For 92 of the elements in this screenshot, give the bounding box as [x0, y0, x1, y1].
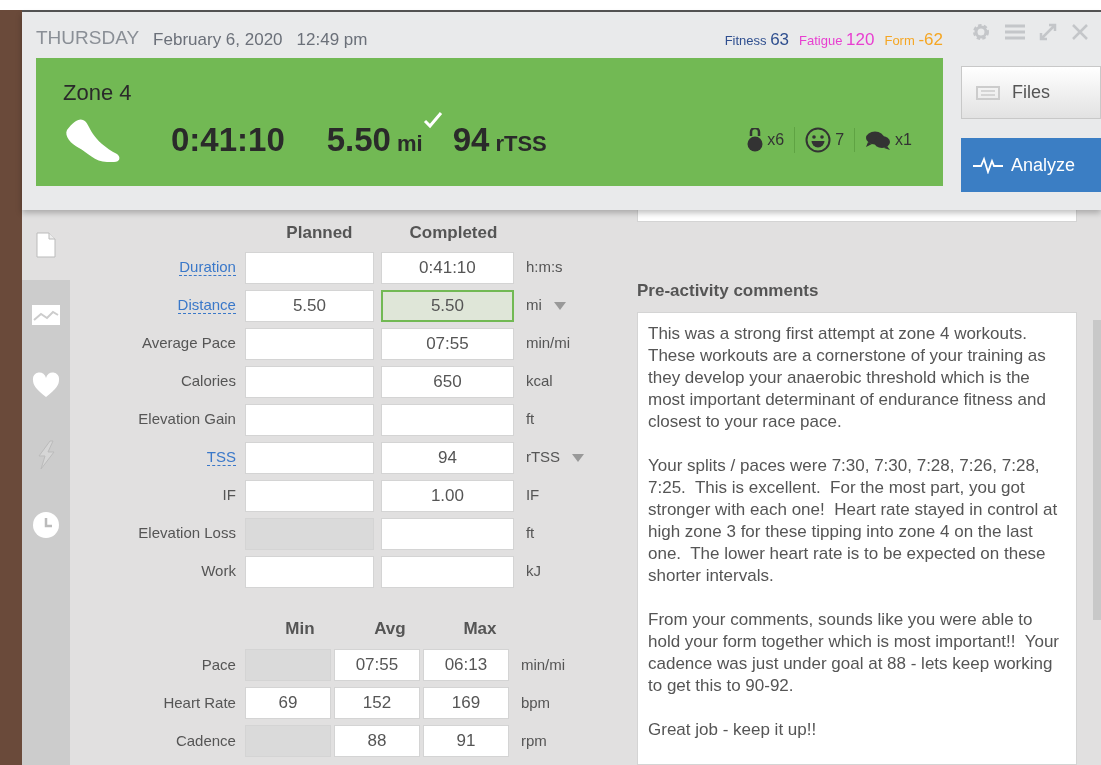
planned-field[interactable]	[244, 251, 374, 284]
planned-field[interactable]	[244, 403, 374, 436]
column-header: Completed	[408, 222, 499, 244]
scrollbar[interactable]	[1093, 320, 1101, 620]
counter-value: x1	[895, 129, 912, 150]
planned-field[interactable]	[244, 479, 374, 512]
counter-value: x6	[767, 129, 785, 150]
planned-field[interactable]	[244, 365, 374, 398]
time-label: 12:49 pm	[296, 28, 368, 51]
unit-label: ft	[525, 409, 535, 430]
fitness-metric: Fitness 63	[724, 28, 790, 51]
unit-label: min/mi	[520, 654, 566, 675]
field-label: Elevation Gain	[138, 409, 236, 430]
stat-field[interactable]: 06:13	[422, 649, 509, 681]
close-icon[interactable]	[1071, 23, 1089, 41]
unit-label: ft	[525, 523, 535, 544]
field-label: Elevation Loss	[138, 523, 236, 544]
settings-icon[interactable]	[971, 22, 991, 42]
distance-unit: mi	[397, 130, 423, 159]
smiley-icon	[805, 126, 832, 153]
tss-value: 94	[452, 120, 490, 160]
date-label: February 6, 2020	[153, 28, 283, 51]
unit-label: rTSS	[525, 447, 561, 468]
planned-field[interactable]: 5.50	[244, 289, 374, 322]
workout-card[interactable]: Zone 4 0:41:10 5.50 mi 94 rTSS x6 7 x1	[36, 58, 943, 186]
comment-paragraph: This was a strong first attempt at zone 4 workouts. These workouts are a cornerstone of your training as they develop your anaerobic threshold which is the most important determinant of endurance fitness and closest to your race pace.	[648, 322, 1047, 433]
speech-bubbles-icon	[865, 129, 892, 150]
planned-field[interactable]	[244, 441, 374, 474]
pulse-icon	[973, 156, 1003, 174]
menu-icon[interactable]	[1005, 24, 1025, 40]
clock-icon	[31, 511, 60, 539]
chart-icon	[30, 304, 61, 326]
completed-field[interactable]: 5.50	[380, 289, 514, 322]
tss-unit: rTSS	[495, 130, 547, 159]
field-label: IF	[222, 485, 236, 506]
unit-label: bpm	[520, 692, 551, 713]
field-label: Average Pace	[141, 333, 236, 354]
document-icon	[35, 232, 56, 258]
completed-field[interactable]: 07:55	[380, 327, 514, 360]
stat-field[interactable]: 69	[244, 687, 331, 719]
completed-field[interactable]: 0:41:10	[380, 251, 514, 284]
comment-paragraph: Your splits / paces were 7:30, 7:30, 7:28, 7:26, 7:28, 7:25. This is excellent. For the most part, you got stronger with each one! Heart rate stayed in control at high zone 3 for these tipping into zone 4 on the last one. The lower heart rate is to be expected on these shorter intervals.	[648, 454, 1059, 587]
unit-label: IF	[525, 485, 540, 506]
stat-field[interactable]: 152	[333, 687, 420, 719]
sidebar-tab[interactable]	[22, 280, 70, 350]
dropdown-caret-icon[interactable]	[572, 453, 585, 462]
files-button[interactable]: Files	[961, 66, 1101, 119]
column-header: Avg	[373, 617, 407, 640]
dropdown-caret-icon[interactable]	[553, 301, 566, 310]
kettlebell-icon	[747, 127, 764, 152]
stat-field[interactable]: 91	[422, 725, 509, 757]
column-header: Max	[462, 617, 498, 640]
distance-value: 5.50	[326, 120, 391, 160]
counter-value: 7	[835, 129, 845, 150]
notes-box[interactable]	[637, 210, 1077, 222]
stat-field[interactable]: 07:55	[333, 649, 420, 681]
workout-title: Zone 4	[63, 79, 133, 107]
unit-label: kcal	[525, 371, 553, 392]
column-header: Planned	[285, 222, 354, 244]
duration-value: 0:41:10	[171, 120, 285, 160]
heart-icon	[31, 372, 60, 398]
comments-box[interactable]	[637, 311, 1077, 765]
day-label: THURSDAY	[36, 25, 140, 50]
completed-field[interactable]: 1.00	[380, 479, 514, 512]
field-label: Cadence	[175, 730, 236, 751]
column-header: Min	[284, 617, 316, 640]
field-label: Pace	[201, 654, 236, 675]
fitness-metric: Form -62	[884, 28, 943, 51]
unit-label: min/mi	[525, 333, 571, 354]
comment-paragraph: From your comments, sounds like you were able to hold your form together which is most important!! Your cadence was just under goal at 88 - lets keep working to get this to 90-92.	[648, 608, 1061, 697]
completed-field[interactable]	[380, 517, 514, 550]
analyze-button[interactable]: Analyze	[961, 138, 1101, 192]
completed-field[interactable]: 94	[380, 441, 514, 474]
list-icon	[976, 85, 1000, 100]
planned-field[interactable]	[244, 555, 374, 588]
expand-icon[interactable]	[1039, 23, 1057, 41]
stat-field[interactable]: 169	[422, 687, 509, 719]
field-label: Calories	[180, 371, 236, 392]
field-label: Work	[201, 561, 236, 582]
unit-label: mi	[525, 295, 542, 316]
stat-field[interactable]: 88	[333, 725, 420, 757]
fitness-metric: Fatigue 120	[799, 28, 875, 51]
completed-field[interactable]	[380, 403, 514, 436]
completed-field[interactable]: 650	[380, 365, 514, 398]
unit-label: rpm	[520, 730, 547, 751]
unit-label: kJ	[525, 561, 541, 582]
planned-field[interactable]	[244, 327, 374, 360]
field-label: Heart Rate	[163, 692, 236, 713]
comments-heading: Pre-activity comments	[637, 280, 820, 302]
unit-label: h:m:s	[525, 257, 563, 278]
comment-paragraph: Great job - keep it up!!	[648, 718, 818, 741]
completed-field[interactable]	[380, 555, 514, 588]
